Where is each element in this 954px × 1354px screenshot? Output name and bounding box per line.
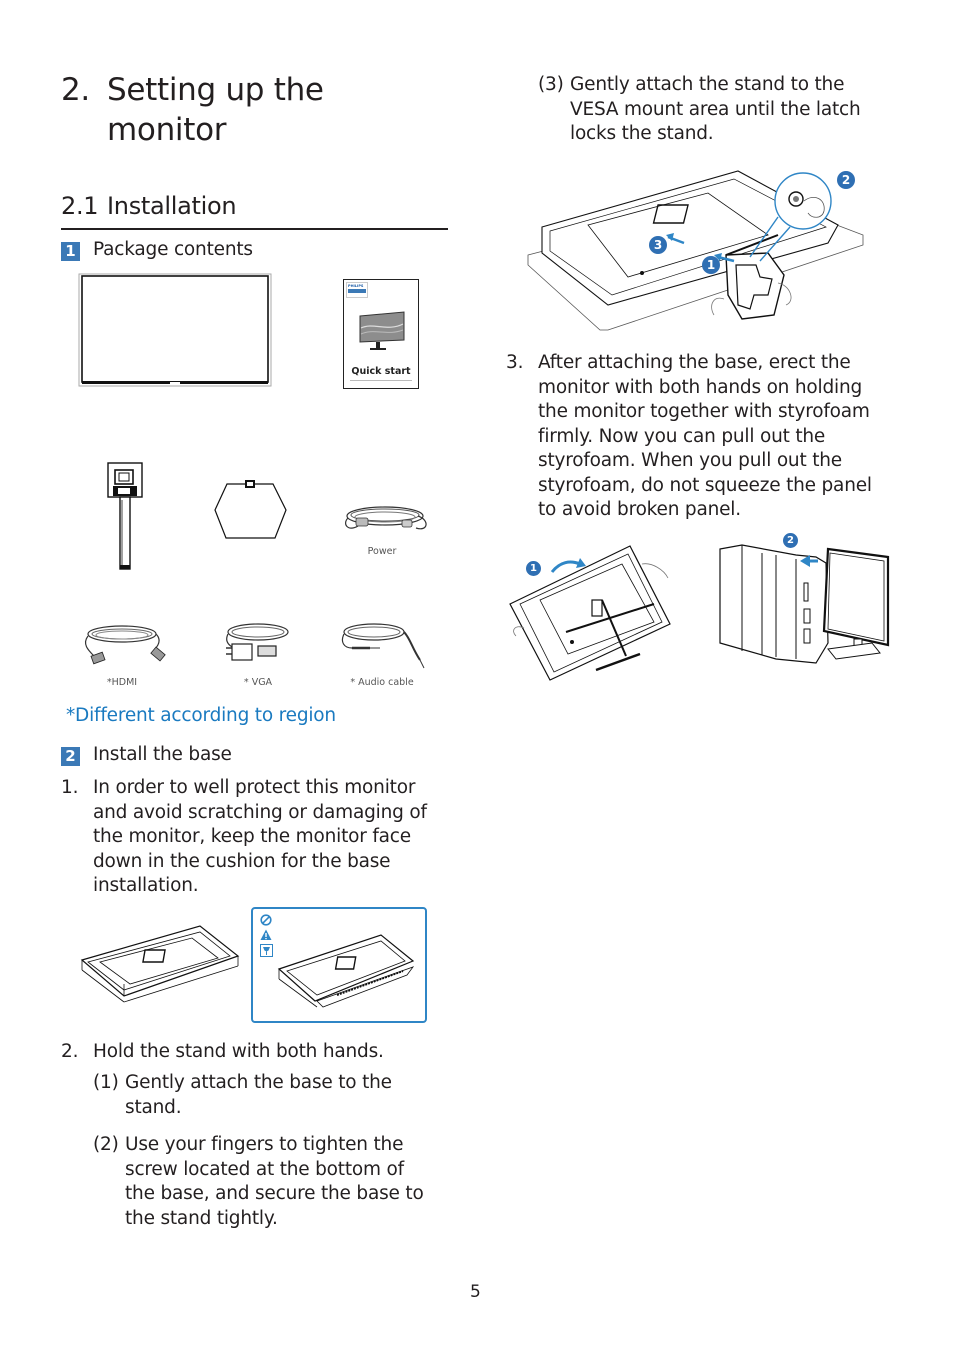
page-number: 5 — [470, 1282, 481, 1302]
substep-2: (2) Use your fingers to tighten the scre… — [93, 1133, 443, 1233]
substep-3-number: (3) — [538, 74, 564, 95]
step-badge-1: 1 — [61, 242, 80, 261]
caption-vga: * VGA — [243, 677, 273, 688]
monitor-thumbnail — [359, 311, 405, 350]
region-note: *Different according to region — [66, 705, 336, 726]
chapter-title: Setting up the monitor — [107, 72, 324, 148]
base-illustration — [213, 480, 288, 542]
install-base-heading: Install the base — [93, 744, 232, 765]
marker-3: 3 — [649, 236, 667, 254]
vga-cable-illustration — [222, 620, 294, 666]
monitor-illustration — [78, 273, 272, 389]
step-1: 1. In order to well protect this monitor… — [61, 776, 453, 900]
step-3-number: 3. — [506, 352, 524, 373]
step-1-number: 1. — [61, 777, 79, 798]
caption-audio-cable: * Audio cable — [350, 677, 414, 688]
erect-monitor-diagram: 1 — [506, 538, 672, 683]
face-down-diagram — [80, 922, 240, 1003]
remove-styrofoam-diagram: 2 — [716, 533, 892, 668]
stand-illustration — [105, 460, 145, 572]
section-divider — [61, 228, 448, 230]
philips-logo-box: PHILIPS — [346, 282, 368, 298]
step-3: 3. After attaching the base, erect the m… — [506, 351, 886, 523]
chapter-heading: 2. Setting up the monitor — [61, 70, 441, 150]
substep-2-text: Use your fingers to tighten the screw lo… — [125, 1134, 424, 1229]
erect-marker-1: 1 — [526, 561, 541, 576]
marker-1: 1 — [702, 256, 720, 274]
section-number: 2.1 — [61, 192, 99, 220]
quick-start-guide-illustration: PHILIPS Quick start — [343, 279, 419, 389]
fragile-icon — [260, 944, 273, 957]
power-cable-illustration — [340, 498, 430, 538]
substep-3: (3) Gently attach the stand to the VESA … — [538, 73, 888, 149]
step-badge-2: 2 — [61, 747, 80, 766]
step-1-text: In order to well protect this monitor an… — [93, 777, 427, 896]
section-title: Installation — [107, 192, 237, 220]
quick-start-label: Quick start — [351, 366, 411, 377]
caption-hdmi: *HDMI — [106, 677, 138, 688]
hdmi-cable-illustration — [80, 620, 170, 668]
styrofoam-marker-2: 2 — [783, 533, 798, 548]
substep-3-text: Gently attach the stand to the VESA moun… — [570, 74, 861, 144]
warning-diagram-box — [251, 907, 427, 1023]
substep-1-text: Gently attach the base to the stand. — [125, 1072, 392, 1118]
no-entry-icon — [260, 914, 272, 926]
warning-icon — [260, 929, 272, 940]
attach-stand-diagram: 2 3 1 — [527, 165, 864, 335]
marker-2: 2 — [837, 171, 855, 189]
audio-cable-illustration — [338, 620, 428, 670]
face-down-cushion-diagram — [277, 934, 415, 1008]
substep-1: (1) Gently attach the base to the stand. — [93, 1071, 423, 1121]
step-3-text: After attaching the base, erect the moni… — [538, 352, 872, 520]
step-2: 2. Hold the stand with both hands. — [61, 1040, 453, 1066]
substep-2-number: (2) — [93, 1134, 119, 1155]
step-2-text: Hold the stand with both hands. — [93, 1041, 384, 1062]
substep-1-number: (1) — [93, 1072, 119, 1093]
package-contents-heading: Package contents — [93, 239, 253, 260]
section-heading: 2.1 Installation — [61, 191, 448, 221]
step-2-number: 2. — [61, 1041, 79, 1062]
chapter-number: 2. — [61, 72, 90, 108]
caption-power: Power — [367, 546, 397, 557]
